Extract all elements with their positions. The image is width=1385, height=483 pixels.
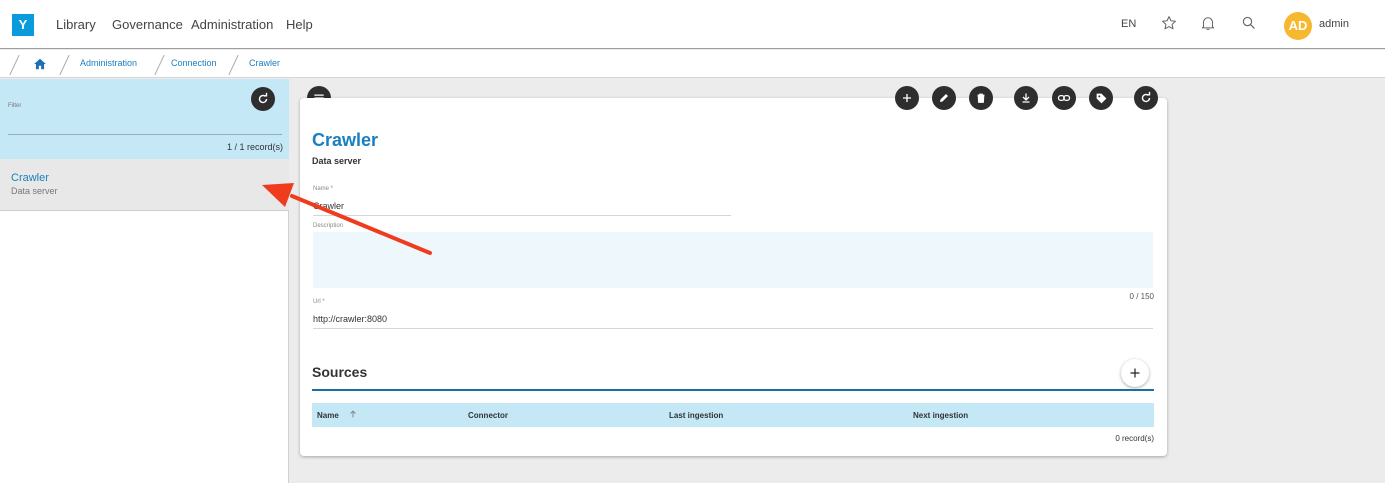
download-button[interactable]: [1014, 86, 1038, 110]
column-header-connector[interactable]: Connector: [468, 411, 508, 420]
url-field[interactable]: http://crawler:8080: [313, 314, 387, 324]
nav-library[interactable]: Library: [56, 17, 96, 32]
filter-label: Filter: [8, 103, 22, 109]
sources-divider: [312, 389, 1154, 391]
list-panel: Filter 1 / 1 record(s) Crawler Data serv…: [0, 79, 289, 483]
refresh-icon: [1141, 91, 1151, 103]
nav-help[interactable]: Help: [286, 17, 313, 32]
column-header-last-ingestion[interactable]: Last ingestion: [669, 411, 723, 420]
record-count: 1 / 1 record(s): [226, 142, 283, 152]
list-item-subtitle: Data server: [11, 186, 58, 196]
top-bar: Y Library Governance Administration Help…: [0, 0, 1385, 49]
breadcrumb: Administration Connection Crawler: [0, 50, 1385, 78]
edit-icon: [940, 94, 948, 102]
page-subtitle: Data server: [312, 156, 362, 166]
tag-button[interactable]: [1089, 86, 1113, 110]
breadcrumb-connection[interactable]: Connection: [171, 58, 217, 68]
add-icon: [1130, 368, 1140, 378]
name-field[interactable]: Crawler: [313, 201, 344, 211]
avatar[interactable]: AD: [1284, 12, 1312, 40]
breadcrumb-administration[interactable]: Administration: [80, 58, 137, 68]
breadcrumb-separator: [228, 54, 239, 76]
link-icon: [1057, 95, 1071, 101]
add-source-button[interactable]: [1121, 359, 1149, 387]
detail-card: Crawler Data server Name * Crawler Descr…: [300, 98, 1167, 456]
list-item-title: Crawler: [11, 172, 49, 184]
column-header-next-ingestion[interactable]: Next ingestion: [913, 411, 968, 420]
nav-administration[interactable]: Administration: [191, 17, 273, 32]
nav-governance[interactable]: Governance: [112, 17, 183, 32]
add-button[interactable]: [895, 86, 919, 110]
page-title: Crawler: [312, 130, 379, 150]
tag-icon: [1096, 93, 1106, 103]
description-label: Description: [313, 223, 344, 229]
refresh-icon: [258, 92, 268, 104]
breadcrumb-separator: [59, 54, 70, 76]
download-icon: [1022, 93, 1030, 103]
filter-box: Filter 1 / 1 record(s): [0, 79, 289, 159]
sort-arrow-up-icon[interactable]: [348, 409, 358, 419]
user-name[interactable]: admin: [1319, 18, 1349, 30]
bell-icon[interactable]: [1199, 14, 1219, 34]
description-field[interactable]: [313, 232, 1153, 288]
star-icon[interactable]: [1160, 14, 1180, 34]
breadcrumb-crawler[interactable]: Crawler: [249, 58, 280, 68]
edit-button[interactable]: [932, 86, 956, 110]
breadcrumb-separator: [9, 54, 20, 76]
description-counter: 0 / 150: [1129, 292, 1154, 301]
sources-title: Sources: [312, 364, 368, 380]
refresh-button[interactable]: [1134, 86, 1158, 110]
app-logo[interactable]: Y: [12, 14, 34, 36]
delete-icon: [977, 93, 985, 103]
language-selector[interactable]: EN: [1121, 18, 1136, 30]
filter-input[interactable]: [8, 134, 282, 135]
url-label: Url *: [313, 299, 325, 305]
url-field-underline: [313, 328, 1153, 329]
list-item[interactable]: Crawler Data server: [0, 159, 289, 211]
name-field-underline: [313, 215, 731, 216]
search-icon[interactable]: [1240, 14, 1260, 34]
refresh-list-button[interactable]: [251, 87, 275, 111]
link-button[interactable]: [1052, 86, 1076, 110]
sources-table-header: Name Connector Last ingestion Next inges…: [312, 403, 1154, 427]
breadcrumb-separator: [154, 54, 165, 76]
add-icon: [903, 94, 911, 102]
delete-button[interactable]: [969, 86, 993, 110]
sources-record-count: 0 record(s): [1115, 434, 1154, 443]
name-label: Name *: [313, 186, 334, 192]
column-header-name[interactable]: Name: [317, 411, 339, 420]
home-icon[interactable]: [33, 57, 47, 71]
